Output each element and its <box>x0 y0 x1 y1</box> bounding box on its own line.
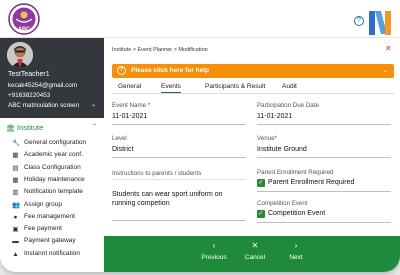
bell-icon: ▲ <box>12 250 19 258</box>
cancel-button[interactable]: ✕ Cancel <box>235 240 275 268</box>
parent-enrollment-label: Parent Enrollment Required <box>257 169 334 176</box>
top-bar: ABC ? <box>0 0 400 38</box>
next-label: Next <box>289 254 303 261</box>
help-circle-icon[interactable]: ? <box>354 16 364 26</box>
parent-enrollment-underline <box>257 191 391 192</box>
sidebar-item-fee-management[interactable]: ● Fee management <box>12 213 102 224</box>
abc-school-logo-icon: ABC <box>7 3 41 36</box>
chevron-up-icon: ⌃ <box>92 124 98 130</box>
receipt-icon: ▣ <box>12 226 19 234</box>
device-frame: ABC ? TestTeacher1 kecak45254@gmail.com … <box>0 0 400 272</box>
document-icon: ▤ <box>12 164 19 172</box>
tab-bar: General Events Participants & Result Aud… <box>112 81 394 94</box>
n-brand-logo-icon <box>367 9 393 36</box>
cancel-label: Cancel <box>244 254 266 261</box>
tab-events[interactable]: Events <box>161 83 181 93</box>
close-icon: ✕ <box>251 241 259 250</box>
card-icon: ▬ <box>12 238 19 246</box>
coin-icon: ● <box>13 213 18 221</box>
building-icon: 🏛 <box>6 125 15 132</box>
level-underline <box>112 157 246 158</box>
sidebar-item-class-configuration[interactable]: ▤ Class Configuration <box>12 164 102 175</box>
next-button[interactable]: › Next <box>276 240 316 268</box>
calendar-icon: ▦ <box>12 152 19 160</box>
level-select[interactable]: District <box>112 146 133 153</box>
parent-enrollment-checkbox[interactable]: ✓ <box>257 179 265 187</box>
profile-card: TestTeacher1 kecak45254@gmail.com +91638… <box>0 38 104 118</box>
competition-checkbox[interactable]: ✓ <box>257 210 265 218</box>
event-name-input[interactable]: 11-01-2021 <box>112 113 147 120</box>
tab-general[interactable]: General <box>118 83 141 90</box>
sidebar-item-academic-year-conf[interactable]: ▦ Academic year conf. <box>12 151 102 162</box>
instructions-textarea[interactable]: Students can wear sport uniform on runni… <box>112 190 244 208</box>
venue-underline <box>257 157 391 158</box>
calendar-grid-icon: ▦ <box>12 176 19 184</box>
profile-name: TestTeacher1 <box>8 71 50 78</box>
competition-underline <box>257 222 391 223</box>
sidebar-item-label: Fee payment <box>24 225 62 233</box>
footer-nav: ‹ Previous ✕ Cancel › Next <box>104 236 400 272</box>
help-circle-icon: ? <box>117 66 126 75</box>
sidebar-item-label: Assign group <box>24 200 62 208</box>
sidebar-item-holiday-maintenance[interactable]: ▦ Holiday maintenance <box>12 176 102 187</box>
sidebar: TestTeacher1 kecak45254@gmail.com +91638… <box>0 38 104 272</box>
chevron-right-icon: › <box>294 241 298 250</box>
due-date-label: Participation Due Date <box>257 102 319 109</box>
sidebar-item-instannt-notification[interactable]: ▲ Instannt notification <box>12 250 102 261</box>
breadcrumb: Institute > Event Planner > Modification <box>112 47 208 53</box>
help-banner-label: Please click here for help <box>131 67 210 74</box>
sidebar-item-label: Class Configuration <box>24 163 81 171</box>
main-panel: Institute > Event Planner > Modification… <box>104 38 400 272</box>
sidebar-section-label: Institute <box>17 123 44 132</box>
sidebar-item-label: Fee management <box>24 212 75 220</box>
competition-checkbox-label: Competition Event <box>268 210 326 217</box>
wrench-icon: 🔧 <box>12 140 21 147</box>
sidebar-section-institute[interactable]: 🏛 Institute ⌃ <box>6 123 101 135</box>
close-icon[interactable]: ✕ <box>385 44 392 53</box>
tab-audit[interactable]: Audit <box>282 83 297 90</box>
avatar <box>7 42 33 68</box>
profile-phone: +91638220453 <box>8 92 51 99</box>
profile-email: kecak45254@gmail.com <box>8 82 78 89</box>
venue-label: Venue* <box>257 135 277 142</box>
sidebar-item-label: Academic year conf. <box>24 151 83 159</box>
sidebar-item-label: General configuration <box>24 139 87 146</box>
sidebar-item-label: Notification template <box>24 188 83 196</box>
venue-input[interactable]: Institute Ground <box>257 146 307 153</box>
chevron-down-icon: ⌄ <box>383 68 389 74</box>
event-name-label: Event Name * <box>112 102 151 109</box>
tab-participants-result[interactable]: Participants & Result <box>205 83 265 90</box>
sidebar-item-fee-payment[interactable]: ▣ Fee payment <box>12 225 102 236</box>
sidebar-item-label: Holiday maintenance <box>24 175 85 183</box>
instructions-top-line <box>112 179 246 180</box>
sidebar-item-label: Payment gateway <box>24 237 76 245</box>
help-banner[interactable]: ? Please click here for help ⌄ <box>112 64 394 78</box>
due-date-input[interactable]: 11-01-2021 <box>257 113 292 120</box>
previous-label: Previous <box>201 254 227 261</box>
sidebar-item-notification-template[interactable]: ▥ Notification template <box>12 188 102 199</box>
chevron-down-icon[interactable]: ⌄ <box>91 101 96 108</box>
level-label: Level <box>112 135 127 142</box>
chevron-left-icon: ‹ <box>212 241 216 250</box>
competition-label: Competition Event <box>257 200 308 207</box>
parent-enrollment-checkbox-label: Parent Enrollment Required <box>268 179 355 186</box>
group-icon: 👥 <box>12 201 21 209</box>
svg-text:ABC: ABC <box>18 27 30 33</box>
template-icon: ▥ <box>12 189 19 197</box>
instructions-label: Instructions to parents / students <box>112 170 202 177</box>
due-date-underline <box>257 124 391 125</box>
profile-school[interactable]: ABC matriculation screen <box>8 102 79 109</box>
sidebar-item-label: Instannt notification <box>24 249 81 257</box>
event-name-underline <box>112 124 246 125</box>
instructions-underline <box>112 220 246 221</box>
sidebar-item-general-configuration[interactable]: 🔧 General configuration <box>12 139 102 150</box>
sidebar-item-payment-gateway[interactable]: ▬ Payment gateway <box>12 237 102 248</box>
previous-button[interactable]: ‹ Previous <box>194 240 234 268</box>
sidebar-item-assign-group[interactable]: 👥 Assign group <box>12 201 102 212</box>
